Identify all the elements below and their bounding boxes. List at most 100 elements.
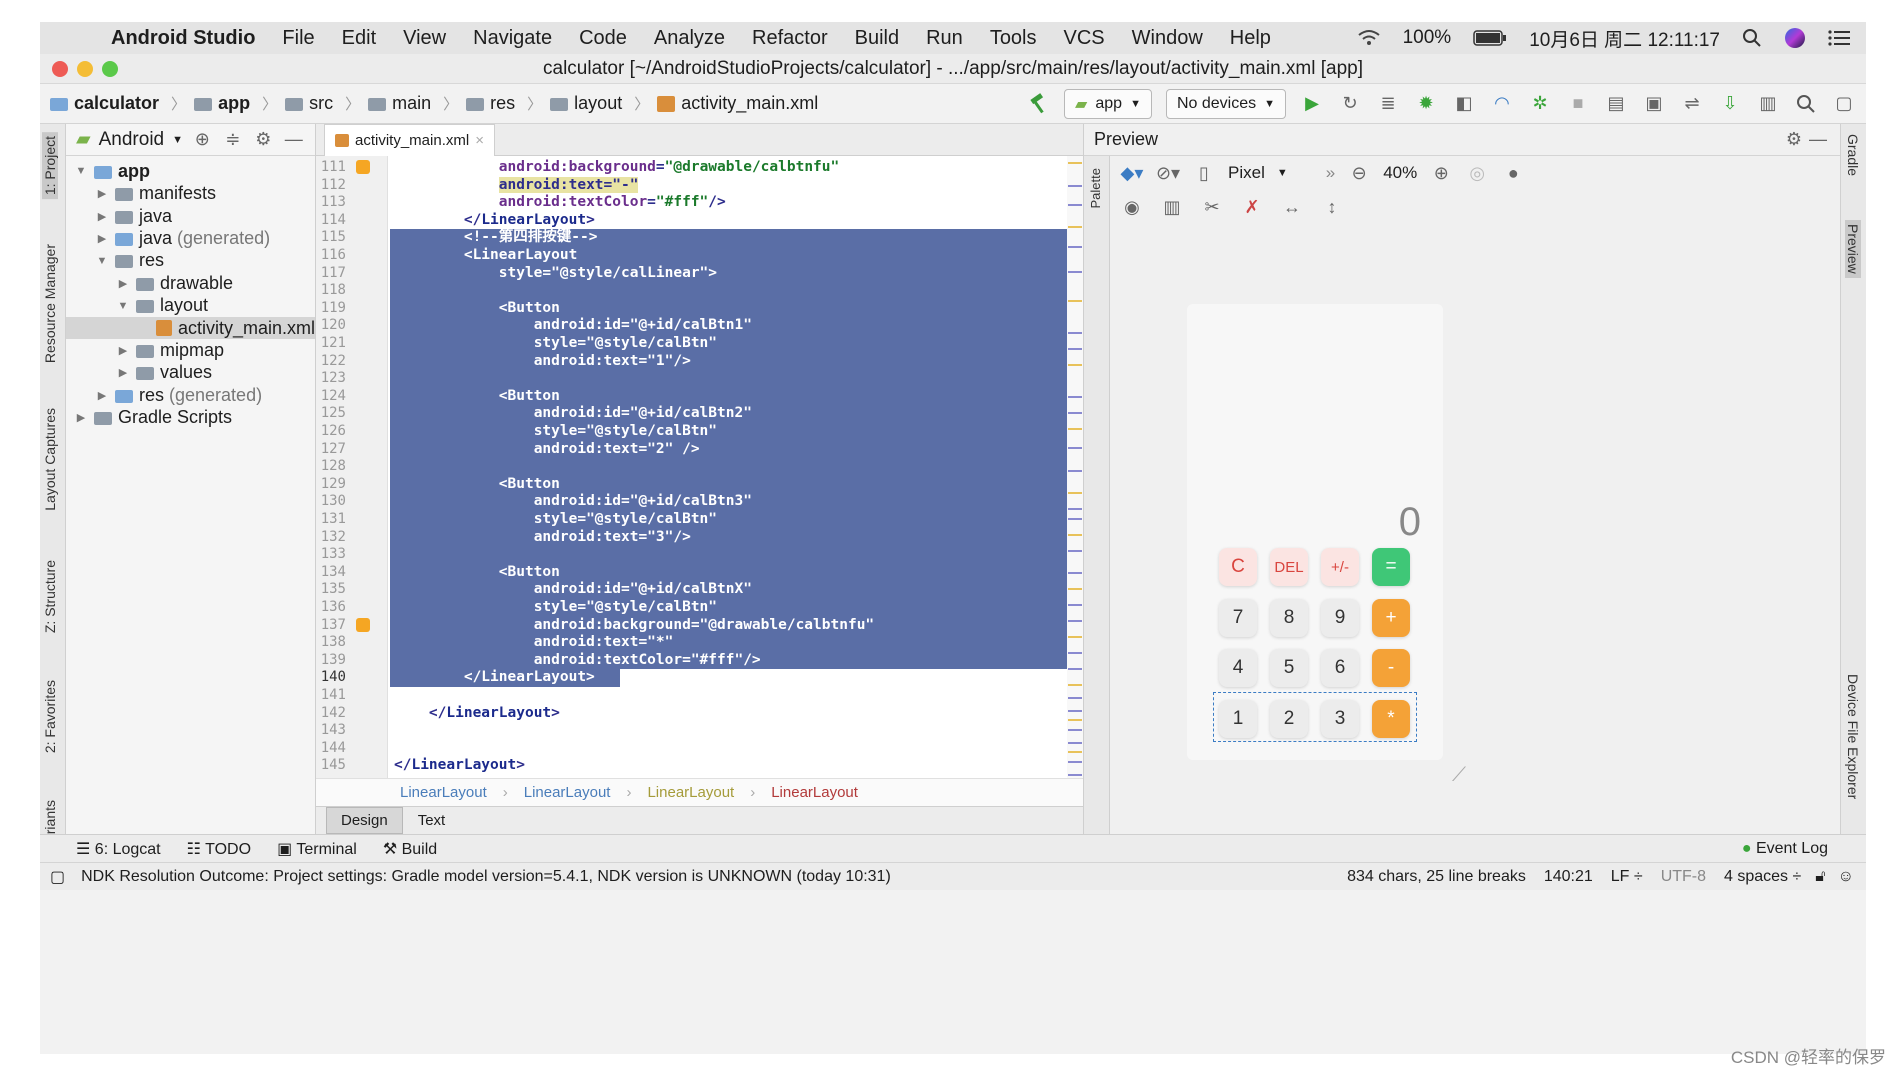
xml-crumb[interactable]: LinearLayout <box>524 784 611 801</box>
chevron-right-icon[interactable]: ▶ <box>95 389 109 402</box>
status-message[interactable]: NDK Resolution Outcome: Project settings… <box>81 868 891 886</box>
scroll-marker[interactable] <box>1068 549 1082 552</box>
tool-tab-device-file-explorer[interactable]: Device File Explorer <box>1845 674 1861 799</box>
menu-app-name[interactable]: Android Studio <box>111 27 255 50</box>
tool-tab-project[interactable]: 1: Project <box>42 132 58 200</box>
scroll-marker[interactable] <box>1068 245 1082 248</box>
tool-tab-structure[interactable]: Z: Structure <box>42 560 58 633</box>
xml-crumb[interactable]: LinearLayout <box>647 784 734 801</box>
locate-icon[interactable]: ⊕ <box>191 128 214 152</box>
menu-view[interactable]: View <box>403 27 446 50</box>
code-line[interactable]: </LinearLayout> <box>390 757 1070 775</box>
code-line[interactable]: android:id="@+id/calBtnX" <box>390 581 1070 599</box>
calc-button[interactable]: C <box>1219 548 1257 586</box>
code-line[interactable]: android:id="@+id/calBtn2" <box>390 405 1070 423</box>
scroll-marker[interactable] <box>1068 517 1082 520</box>
apply-changes-icon[interactable]: ↻ <box>1338 92 1362 116</box>
event-log-tab[interactable]: ● Event Log <box>1742 840 1828 858</box>
code-line[interactable] <box>390 687 1070 705</box>
run-icon[interactable]: ▶ <box>1300 92 1324 116</box>
scroll-marker[interactable] <box>1068 428 1082 430</box>
collapse-all-icon[interactable]: ≑ <box>222 128 245 152</box>
menu-edit[interactable]: Edit <box>342 27 376 50</box>
project-tree-item[interactable]: activity_main.xml <box>66 316 315 340</box>
calc-button[interactable]: - <box>1372 649 1410 687</box>
chevron-right-icon[interactable]: ▶ <box>95 187 109 200</box>
menu-run[interactable]: Run <box>926 27 963 50</box>
scroll-marker[interactable] <box>1068 469 1082 472</box>
design-tab[interactable]: Design <box>326 807 403 834</box>
code-line[interactable]: android:id="@+id/calBtn1" <box>390 317 1070 335</box>
clear-constraints-icon[interactable]: ✗ <box>1240 195 1264 219</box>
scroll-marker[interactable] <box>1068 271 1082 274</box>
code-line[interactable]: <Button <box>390 475 1070 494</box>
code-line[interactable]: <Button <box>390 299 1070 318</box>
chevron-right-icon[interactable]: ▶ <box>116 366 130 379</box>
tool-tab-resource-manager[interactable]: Resource Manager <box>42 244 58 363</box>
caret-position[interactable]: 140:21 <box>1544 868 1593 886</box>
profile-icon[interactable]: ◠ <box>1490 92 1514 116</box>
scroll-marker[interactable] <box>1068 572 1082 574</box>
code-line[interactable]: android:background="@drawable/calbtnfu" <box>390 159 1070 177</box>
chevron-right-icon[interactable]: ▶ <box>95 232 109 245</box>
crumb-app[interactable]: app 〉 <box>194 93 279 114</box>
project-tree-item[interactable]: ▼ layout <box>66 294 315 317</box>
wifi-icon[interactable] <box>1357 29 1381 47</box>
calc-button[interactable]: 5 <box>1270 649 1308 687</box>
code-line[interactable] <box>390 546 1070 564</box>
clock[interactable]: 10月6日 周二 12:11:17 <box>1529 25 1720 52</box>
editor-scrollbar[interactable] <box>1067 156 1083 778</box>
scroll-marker[interactable] <box>1068 364 1082 366</box>
spotlight-search-icon[interactable] <box>1742 28 1762 48</box>
crumb-file[interactable]: activity_main.xml <box>657 93 818 114</box>
calc-button[interactable]: +/- <box>1321 548 1359 586</box>
design-surface-icon[interactable]: ◆▾ <box>1120 161 1144 185</box>
user-icon[interactable]: ▢ <box>1832 92 1856 116</box>
project-tree-item[interactable]: ▶ Gradle Scripts <box>66 406 315 429</box>
expand-horizontal-icon[interactable]: ↔ <box>1280 195 1304 219</box>
crumb-project[interactable]: calculator 〉 <box>50 93 188 114</box>
crumb-src[interactable]: src 〉 <box>285 93 362 114</box>
palette-tab[interactable]: Palette <box>1088 168 1103 208</box>
code-line[interactable] <box>390 458 1070 476</box>
project-tree-item[interactable]: ▶ mipmap <box>66 339 315 362</box>
code-line[interactable]: android:background="@drawable/calbtnfu" <box>390 616 1070 635</box>
crumb-main[interactable]: main 〉 <box>368 93 460 114</box>
battery-icon[interactable] <box>1473 30 1507 46</box>
sdk-manager-icon[interactable]: ⇩ <box>1718 92 1742 116</box>
zoom-window-button[interactable] <box>102 61 118 77</box>
tool-tab-build-variants[interactable]: riants <box>42 800 58 834</box>
scroll-marker[interactable] <box>1068 184 1082 187</box>
project-tree-item[interactable]: ▶ drawable <box>66 272 315 295</box>
notification-center-icon[interactable] <box>1828 29 1850 47</box>
zoom-in-icon[interactable]: ⊕ <box>1429 161 1453 185</box>
code-line[interactable]: android:text="*" <box>390 634 1070 652</box>
sync-project-icon[interactable]: ▣ <box>1642 92 1666 116</box>
scroll-marker[interactable] <box>1068 773 1082 776</box>
scroll-marker[interactable] <box>1068 162 1082 165</box>
coverage-icon[interactable]: ◧ <box>1452 92 1476 116</box>
todo-tab[interactable]: ☷ TODO <box>187 839 251 859</box>
hide-panel-icon[interactable]: — <box>283 128 306 152</box>
menu-help[interactable]: Help <box>1230 27 1271 50</box>
color-swatch-icon[interactable] <box>356 617 370 632</box>
scroll-marker[interactable] <box>1068 604 1082 606</box>
menu-navigate[interactable]: Navigate <box>473 27 552 50</box>
chevron-down-icon[interactable]: ▼ <box>95 255 109 267</box>
code-line[interactable]: style="@style/calLinear"> <box>390 264 1070 283</box>
siri-icon[interactable] <box>1784 27 1806 49</box>
inspector-icon[interactable]: ☺ <box>1838 868 1854 886</box>
scroll-marker[interactable] <box>1068 636 1082 638</box>
device-selector[interactable]: Pixel <box>1228 163 1265 183</box>
project-tree-item[interactable]: ▶ java <box>66 205 315 228</box>
scroll-marker[interactable] <box>1068 332 1082 334</box>
scroll-marker[interactable] <box>1068 348 1082 350</box>
code-line[interactable]: android:id="@+id/calBtn3" <box>390 493 1070 511</box>
lock-icon[interactable]: 🔓︎ <box>1815 868 1825 886</box>
scroll-marker[interactable] <box>1068 696 1082 699</box>
menu-vcs[interactable]: VCS <box>1064 27 1105 50</box>
project-tree-item[interactable]: ▶ values <box>66 362 315 385</box>
debug-icon[interactable]: ✹ <box>1414 92 1438 116</box>
hide-panel-icon[interactable]: — <box>1806 128 1830 152</box>
menu-refactor[interactable]: Refactor <box>752 27 828 50</box>
